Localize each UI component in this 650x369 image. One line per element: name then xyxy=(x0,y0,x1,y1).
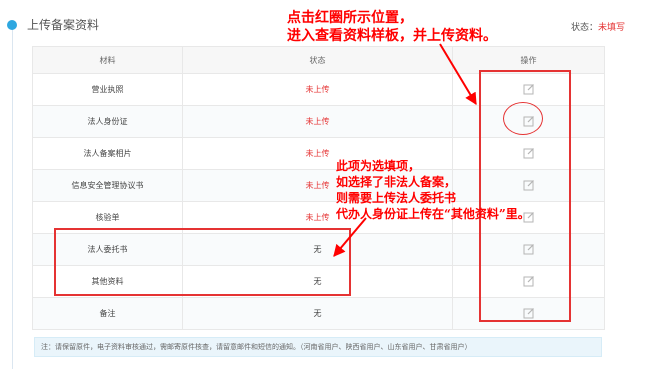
annotation-top-line: 进入查看资料样板，并上传资料。 xyxy=(287,28,497,44)
timeline-line xyxy=(12,28,13,369)
annotation-mid-line: 则需要上传法人委托书 xyxy=(336,191,457,205)
row-material: 信息安全管理协议书 xyxy=(32,169,183,202)
annotation-mid-line: 如选择了非法人备案， xyxy=(336,175,457,189)
row-status: 未上传 xyxy=(182,105,453,138)
annotation-top-line: 点击红圈所示位置， xyxy=(287,10,413,26)
circle-dot-icon xyxy=(7,20,17,30)
section-title: 上传备案资料 xyxy=(27,18,100,32)
row-material: 营业执照 xyxy=(32,73,183,106)
status-indicator: 状态：未填写 xyxy=(571,20,625,33)
footnote: 注：请保留原件，电子资料审核通过，需邮寄原件核查，请留意邮件和短信的通知。（河南… xyxy=(34,337,602,357)
row-material: 法人身份证 xyxy=(32,105,183,138)
row-status: 无 xyxy=(182,297,453,330)
header-status: 状态 xyxy=(182,46,453,74)
highlight-optional-rows xyxy=(54,228,351,296)
annotation-mid-line: 此项为选填项， xyxy=(336,159,421,173)
header-material: 材料 xyxy=(32,46,183,74)
row-status: 未上传 xyxy=(182,73,453,106)
status-label: 状态： xyxy=(570,23,598,33)
status-value: 未填写 xyxy=(597,23,625,33)
highlight-circle xyxy=(503,102,543,135)
annotation-mid-line: 代办人身份证上传在“其他资料”里。 xyxy=(336,207,530,221)
annotation-middle: 此项为选填项， 如选择了非法人备案， 则需要上传法人委托书 代办人身份证上传在“… xyxy=(336,158,596,222)
row-material: 备注 xyxy=(32,297,183,330)
annotation-top: 点击红圈所示位置， 进入查看资料样板，并上传资料。 xyxy=(287,9,547,45)
row-material: 法人备案相片 xyxy=(32,137,183,170)
